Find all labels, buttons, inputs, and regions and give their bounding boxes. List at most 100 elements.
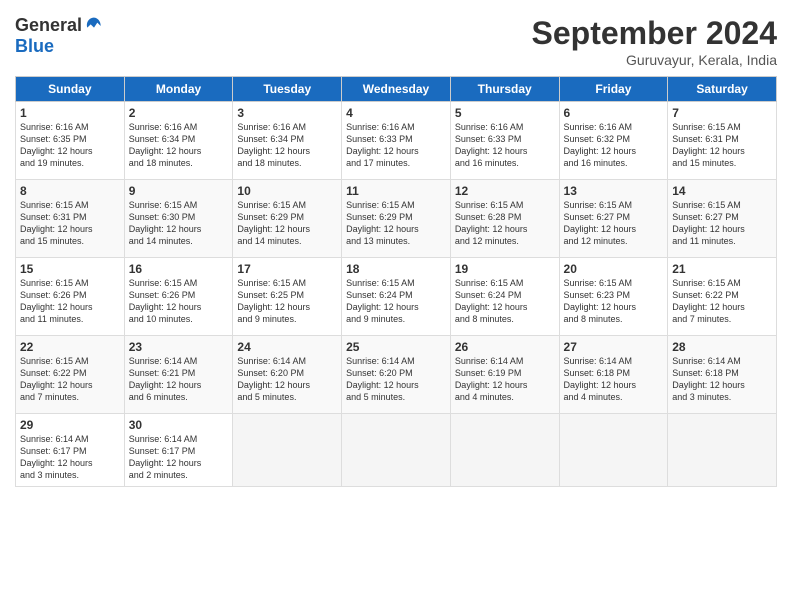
day-info: Sunrise: 6:15 AMSunset: 6:22 PMDaylight:…	[672, 278, 745, 324]
day-info: Sunrise: 6:16 AMSunset: 6:34 PMDaylight:…	[129, 122, 202, 168]
table-row: 12Sunrise: 6:15 AMSunset: 6:28 PMDayligh…	[450, 180, 559, 258]
header-saturday: Saturday	[668, 77, 777, 102]
header-friday: Friday	[559, 77, 668, 102]
day-info: Sunrise: 6:15 AMSunset: 6:27 PMDaylight:…	[564, 200, 637, 246]
day-number: 14	[672, 184, 772, 198]
table-row: 21 Sunrise: 6:15 AMSunset: 6:22 PMDayligh…	[668, 258, 777, 336]
day-info: Sunrise: 6:15 AMSunset: 6:26 PMDaylight:…	[20, 278, 93, 324]
day-info: Sunrise: 6:15 AMSunset: 6:25 PMDaylight:…	[237, 278, 310, 324]
table-row: 14 Sunrise: 6:15 AMSunset: 6:27 PMDayligh…	[668, 180, 777, 258]
day-number: 8	[20, 184, 120, 198]
day-info: Sunrise: 6:15 AMSunset: 6:24 PMDaylight:…	[455, 278, 528, 324]
day-number: 27	[564, 340, 664, 354]
table-row: 27 Sunrise: 6:14 AMSunset: 6:18 PMDayligh…	[559, 336, 668, 414]
day-info: Sunrise: 6:16 AMSunset: 6:33 PMDaylight:…	[346, 122, 419, 168]
day-info: Sunrise: 6:15 AMSunset: 6:28 PMDaylight:…	[455, 200, 528, 246]
table-row: 20 Sunrise: 6:15 AMSunset: 6:23 PMDayligh…	[559, 258, 668, 336]
day-number: 7	[672, 106, 772, 120]
day-number: 20	[564, 262, 664, 276]
logo-general-text: General	[15, 15, 82, 36]
day-info: Sunrise: 6:14 AMSunset: 6:20 PMDaylight:…	[237, 356, 310, 402]
header-tuesday: Tuesday	[233, 77, 342, 102]
calendar-header-row: Sunday Monday Tuesday Wednesday Thursday…	[16, 77, 777, 102]
table-row	[233, 414, 342, 487]
day-number: 30	[129, 418, 229, 432]
table-row: 13 Sunrise: 6:15 AMSunset: 6:27 PMDayligh…	[559, 180, 668, 258]
table-row: 5 Sunrise: 6:16 AMSunset: 6:33 PMDaylight…	[450, 102, 559, 180]
day-number: 18	[346, 262, 446, 276]
day-number: 6	[564, 106, 664, 120]
day-info: Sunrise: 6:15 AMSunset: 6:24 PMDaylight:…	[346, 278, 419, 324]
day-number: 15	[20, 262, 120, 276]
day-number: 2	[129, 106, 229, 120]
day-info: Sunrise: 6:14 AMSunset: 6:21 PMDaylight:…	[129, 356, 202, 402]
day-info: Sunrise: 6:14 AMSunset: 6:18 PMDaylight:…	[564, 356, 637, 402]
day-info: Sunrise: 6:16 AMSunset: 6:34 PMDaylight:…	[237, 122, 310, 168]
table-row: 9 Sunrise: 6:15 AMSunset: 6:30 PMDaylight…	[124, 180, 233, 258]
day-info: Sunrise: 6:15 AMSunset: 6:31 PMDaylight:…	[20, 200, 93, 246]
table-row: 19 Sunrise: 6:15 AMSunset: 6:24 PMDayligh…	[450, 258, 559, 336]
day-info: Sunrise: 6:15 AMSunset: 6:27 PMDaylight:…	[672, 200, 745, 246]
table-row: 29 Sunrise: 6:14 AMSunset: 6:17 PMDayligh…	[16, 414, 125, 487]
day-info: Sunrise: 6:14 AMSunset: 6:20 PMDaylight:…	[346, 356, 419, 402]
table-row	[342, 414, 451, 487]
day-info: Sunrise: 6:15 AMSunset: 6:22 PMDaylight:…	[20, 356, 93, 402]
day-number: 29	[20, 418, 120, 432]
day-number: 17	[237, 262, 337, 276]
day-info: Sunrise: 6:14 AMSunset: 6:19 PMDaylight:…	[455, 356, 528, 402]
day-info: Sunrise: 6:15 AMSunset: 6:31 PMDaylight:…	[672, 122, 745, 168]
day-info: Sunrise: 6:16 AMSunset: 6:32 PMDaylight:…	[564, 122, 637, 168]
day-info: Sunrise: 6:15 AMSunset: 6:23 PMDaylight:…	[564, 278, 637, 324]
day-number: 9	[129, 184, 229, 198]
day-number: 21	[672, 262, 772, 276]
day-info: Sunrise: 6:15 AMSunset: 6:30 PMDaylight:…	[129, 200, 202, 246]
day-info: Sunrise: 6:15 AMSunset: 6:29 PMDaylight:…	[346, 200, 419, 246]
day-number: 4	[346, 106, 446, 120]
table-row: 30 Sunrise: 6:14 AMSunset: 6:17 PMDayligh…	[124, 414, 233, 487]
day-number: 1	[20, 106, 120, 120]
day-number: 5	[455, 106, 555, 120]
day-info: Sunrise: 6:15 AMSunset: 6:29 PMDaylight:…	[237, 200, 310, 246]
day-info: Sunrise: 6:14 AMSunset: 6:18 PMDaylight:…	[672, 356, 745, 402]
table-row	[450, 414, 559, 487]
day-number: 19	[455, 262, 555, 276]
day-number: 25	[346, 340, 446, 354]
table-row: 17 Sunrise: 6:15 AMSunset: 6:25 PMDayligh…	[233, 258, 342, 336]
logo-icon	[84, 16, 104, 36]
header-wednesday: Wednesday	[342, 77, 451, 102]
location-subtitle: Guruvayur, Kerala, India	[532, 52, 777, 68]
table-row: 16Sunrise: 6:15 AMSunset: 6:26 PMDayligh…	[124, 258, 233, 336]
table-row: 23Sunrise: 6:14 AMSunset: 6:21 PMDayligh…	[124, 336, 233, 414]
day-info: Sunrise: 6:14 AMSunset: 6:17 PMDaylight:…	[20, 434, 93, 480]
day-info: Sunrise: 6:16 AMSunset: 6:35 PMDaylight:…	[20, 122, 93, 168]
month-title: September 2024	[532, 15, 777, 52]
table-row: 7 Sunrise: 6:15 AMSunset: 6:31 PMDaylight…	[668, 102, 777, 180]
table-row: 10 Sunrise: 6:15 AMSunset: 6:29 PMDayligh…	[233, 180, 342, 258]
page: General Blue September 2024 Guruvayur, K…	[0, 0, 792, 612]
day-number: 11	[346, 184, 446, 198]
table-row: 24 Sunrise: 6:14 AMSunset: 6:20 PMDayligh…	[233, 336, 342, 414]
logo: General Blue	[15, 15, 104, 57]
calendar-table: Sunday Monday Tuesday Wednesday Thursday…	[15, 76, 777, 487]
day-info: Sunrise: 6:14 AMSunset: 6:17 PMDaylight:…	[129, 434, 202, 480]
day-info: Sunrise: 6:15 AMSunset: 6:26 PMDaylight:…	[129, 278, 202, 324]
day-number: 3	[237, 106, 337, 120]
day-info: Sunrise: 6:16 AMSunset: 6:33 PMDaylight:…	[455, 122, 528, 168]
table-row: 22Sunrise: 6:15 AMSunset: 6:22 PMDayligh…	[16, 336, 125, 414]
day-number: 13	[564, 184, 664, 198]
table-row: 26 Sunrise: 6:14 AMSunset: 6:19 PMDayligh…	[450, 336, 559, 414]
table-row: 6 Sunrise: 6:16 AMSunset: 6:32 PMDaylight…	[559, 102, 668, 180]
day-number: 28	[672, 340, 772, 354]
day-number: 26	[455, 340, 555, 354]
table-row	[668, 414, 777, 487]
table-row: 3 Sunrise: 6:16 AMSunset: 6:34 PMDaylight…	[233, 102, 342, 180]
table-row: 8 Sunrise: 6:15 AMSunset: 6:31 PMDaylight…	[16, 180, 125, 258]
table-row: 25 Sunrise: 6:14 AMSunset: 6:20 PMDayligh…	[342, 336, 451, 414]
table-row: 4 Sunrise: 6:16 AMSunset: 6:33 PMDaylight…	[342, 102, 451, 180]
header-sunday: Sunday	[16, 77, 125, 102]
table-row: 1 Sunrise: 6:16 AMSunset: 6:35 PMDaylight…	[16, 102, 125, 180]
day-number: 10	[237, 184, 337, 198]
day-number: 24	[237, 340, 337, 354]
logo-blue-text: Blue	[15, 36, 54, 57]
title-section: September 2024 Guruvayur, Kerala, India	[532, 15, 777, 68]
